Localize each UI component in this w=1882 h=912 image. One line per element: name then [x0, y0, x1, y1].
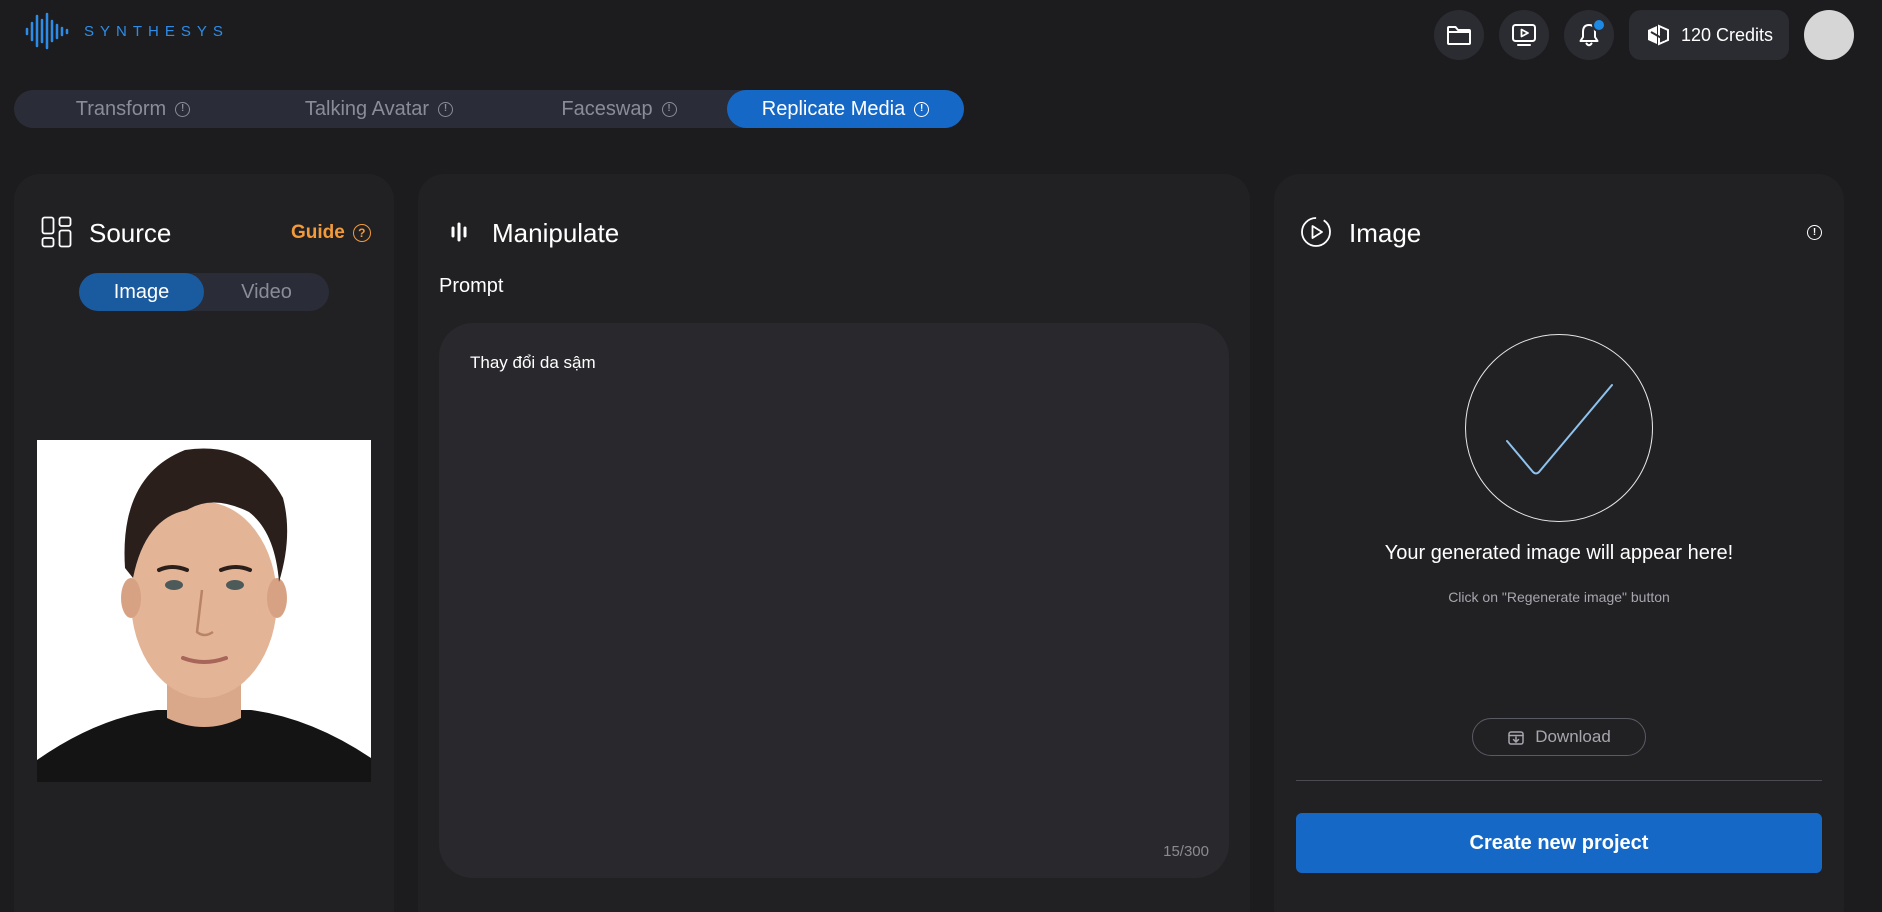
source-title: Source [89, 218, 172, 248]
notifications-button[interactable] [1564, 10, 1614, 60]
folder-icon [1447, 26, 1471, 45]
folder-button[interactable] [1434, 10, 1484, 60]
prompt-textarea[interactable]: Thay đổi da sậm 15/300 [439, 323, 1229, 878]
result-title: Image [1349, 218, 1422, 248]
info-icon[interactable]: ! [175, 101, 191, 117]
credits-logo-icon [1647, 24, 1669, 46]
character-counter: 15/300 [1163, 843, 1209, 860]
tab-label: Talking Avatar [304, 97, 430, 120]
video-library-icon [1512, 24, 1536, 46]
credits-label: 120 Credits [1680, 24, 1774, 45]
layout-grid-icon [41, 216, 72, 248]
top-bar: SYNTHESYS 120 Credits [0, 0, 1882, 72]
tab-transform[interactable]: Transform ! [34, 90, 232, 128]
create-new-project-button[interactable]: Create new project [1296, 813, 1822, 873]
guide-label: Guide [291, 222, 345, 243]
source-image [37, 440, 371, 782]
tab-talking-avatar[interactable]: Talking Avatar ! [272, 90, 486, 128]
checkmark-icon [1506, 384, 1613, 475]
prompt-value: Thay đổi da sậm [470, 353, 596, 372]
tab-faceswap[interactable]: Faceswap ! [524, 90, 714, 128]
avatar[interactable] [1804, 10, 1854, 60]
download-button[interactable]: Download [1472, 718, 1646, 756]
notification-dot [1592, 18, 1606, 32]
source-type-toggle: Image Video [79, 273, 329, 311]
equalizer-icon [451, 222, 467, 242]
segment-image[interactable]: Image [79, 273, 204, 311]
download-icon [1508, 731, 1524, 745]
segment-video[interactable]: Video [204, 273, 329, 311]
brand-name: SYNTHESYS [84, 22, 229, 40]
divider [1296, 780, 1822, 781]
credits-button[interactable]: 120 Credits [1629, 10, 1789, 60]
tab-label: Transform [75, 97, 167, 120]
info-icon[interactable]: ! [914, 101, 930, 117]
manipulate-title: Manipulate [492, 218, 620, 248]
info-icon[interactable]: ! [438, 101, 454, 117]
tab-label: Faceswap [561, 97, 653, 120]
mode-tabs: Transform ! Talking Avatar ! Faceswap ! … [14, 90, 964, 128]
info-icon[interactable]: ! [1807, 225, 1822, 240]
help-icon: ? [352, 224, 371, 242]
download-label: Download [1535, 727, 1611, 746]
video-library-button[interactable] [1499, 10, 1549, 60]
placeholder-subtitle: Click on "Regenerate image" button [1448, 589, 1670, 605]
logo[interactable]: SYNTHESYS [24, 12, 229, 50]
tab-label: Replicate Media [761, 97, 906, 120]
placeholder-title: Your generated image will appear here! [1384, 542, 1734, 564]
tab-replicate-media[interactable]: Replicate Media ! [727, 90, 964, 128]
portrait-image [37, 440, 371, 782]
prompt-label: Prompt [439, 275, 504, 297]
info-icon[interactable]: ! [661, 101, 677, 117]
play-circle-icon [1301, 217, 1331, 247]
guide-link[interactable]: Guide ? [291, 222, 371, 244]
placeholder-circle [1465, 334, 1653, 522]
waveform-logo-icon [25, 12, 69, 50]
